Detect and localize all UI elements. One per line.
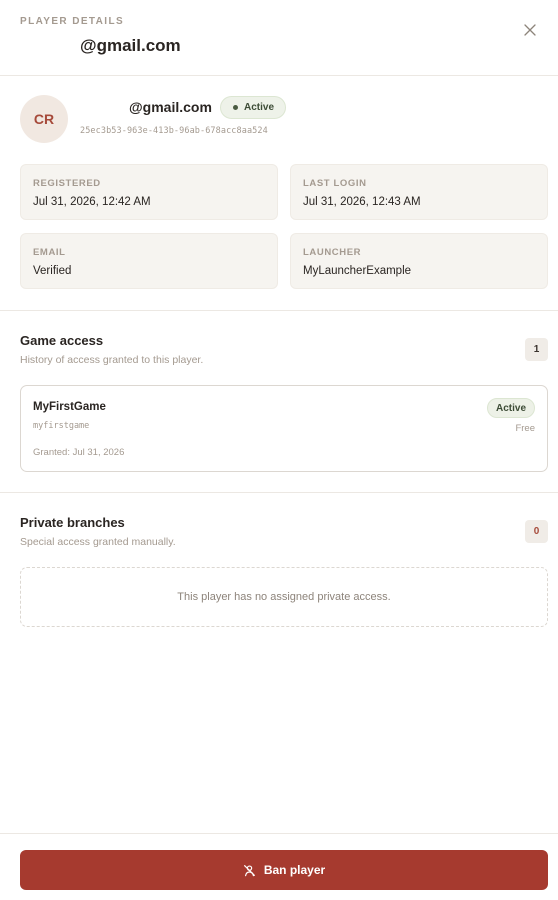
status-badge: Active bbox=[220, 96, 287, 119]
player-details-panel: PLAYER DETAILS @gmail.com CR @gmail.com … bbox=[0, 0, 558, 900]
section-divider bbox=[0, 492, 558, 493]
close-button[interactable] bbox=[518, 18, 542, 42]
panel-footer: Ban player bbox=[0, 833, 558, 900]
private-branches-empty-state: This player has no assigned private acce… bbox=[20, 567, 548, 627]
player-email: @gmail.com bbox=[129, 99, 212, 115]
last-login-label: LAST LOGIN bbox=[303, 178, 367, 189]
panel-header: PLAYER DETAILS @gmail.com bbox=[0, 0, 558, 76]
email-label: EMAIL bbox=[33, 247, 66, 258]
close-icon bbox=[524, 24, 536, 36]
last-login-card: LAST LOGIN Jul 31, 2026, 12:43 AM bbox=[290, 164, 548, 220]
registered-card: REGISTERED Jul 31, 2026, 12:42 AM bbox=[20, 164, 278, 220]
game-name: MyFirstGame bbox=[33, 401, 106, 413]
panel-eyebrow: PLAYER DETAILS bbox=[20, 16, 125, 27]
status-dot-icon bbox=[233, 105, 238, 110]
ban-player-button[interactable]: Ban player bbox=[20, 850, 548, 890]
launcher-value: MyLauncherExample bbox=[303, 265, 412, 277]
status-badge-label: Active bbox=[244, 102, 275, 113]
private-branches-title: Private branches bbox=[20, 515, 125, 530]
registered-label: REGISTERED bbox=[33, 178, 101, 189]
game-price: Free bbox=[515, 423, 535, 434]
email-card: EMAIL Verified bbox=[20, 233, 278, 289]
game-access-item[interactable]: MyFirstGame myfirstgame Granted: Jul 31,… bbox=[20, 385, 548, 472]
game-slug: myfirstgame bbox=[33, 421, 90, 431]
private-branches-subtitle: Special access granted manually. bbox=[20, 536, 176, 548]
game-access-count: 1 bbox=[525, 338, 548, 361]
avatar: CR bbox=[20, 95, 68, 143]
last-login-value: Jul 31, 2026, 12:43 AM bbox=[303, 196, 421, 208]
user-off-icon bbox=[243, 864, 255, 876]
empty-state-text: This player has no assigned private acce… bbox=[177, 591, 391, 603]
registered-value: Jul 31, 2026, 12:42 AM bbox=[33, 196, 151, 208]
launcher-card: LAUNCHER MyLauncherExample bbox=[290, 233, 548, 289]
launcher-label: LAUNCHER bbox=[303, 247, 362, 258]
game-access-subtitle: History of access granted to this player… bbox=[20, 354, 204, 366]
email-value: Verified bbox=[33, 265, 72, 277]
game-status-badge: Active bbox=[486, 398, 535, 418]
section-divider bbox=[0, 310, 558, 311]
player-uuid: 25ec3b53-963e-413b-96ab-678acc8aa524 bbox=[80, 126, 268, 136]
game-access-title: Game access bbox=[20, 333, 104, 348]
game-granted-date: Granted: Jul 31, 2026 bbox=[33, 447, 125, 458]
panel-title: @gmail.com bbox=[80, 36, 181, 55]
ban-player-label: Ban player bbox=[263, 863, 326, 877]
private-branches-count: 0 bbox=[525, 520, 548, 543]
